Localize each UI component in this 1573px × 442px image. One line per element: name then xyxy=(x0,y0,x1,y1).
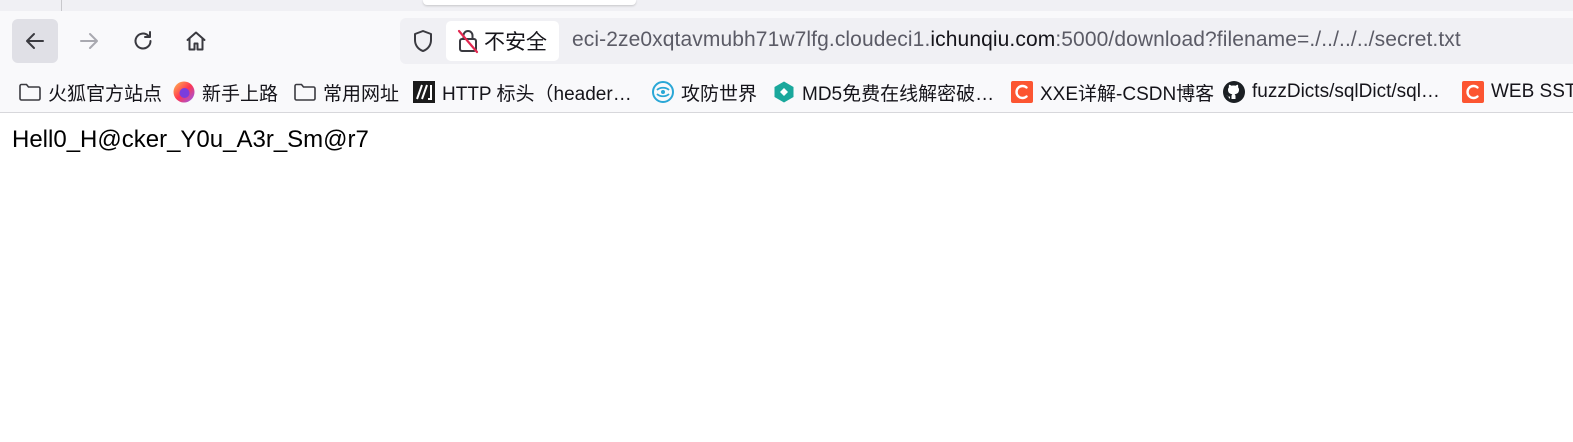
mdn-icon xyxy=(412,80,436,104)
bookmarks-toolbar: 火狐官方站点 新手上路 常用网址 HTTP 标头（header… 攻防世界 MD… xyxy=(0,71,1573,113)
tab-separator xyxy=(61,0,62,11)
reload-icon xyxy=(134,31,152,50)
site-security-indicator[interactable]: 不安全 xyxy=(446,21,559,61)
tracking-protection-button[interactable] xyxy=(408,27,438,55)
tab-strip xyxy=(0,0,1573,11)
github-icon xyxy=(1222,80,1246,104)
bookmark-label: HTTP 标头（header… xyxy=(442,83,632,105)
url-text[interactable]: eci-2ze0xqtavmubh71w7lfg.cloudeci1.ichun… xyxy=(572,28,1461,52)
adworld-icon xyxy=(651,80,675,104)
home-icon xyxy=(186,31,206,51)
folder-icon xyxy=(293,80,317,104)
url-suffix: :5000/download?filename=./../../../secre… xyxy=(1055,28,1461,51)
bookmark-http-headers[interactable]: HTTP 标头（header… xyxy=(412,78,632,106)
bookmark-label: 攻防世界 xyxy=(681,83,758,105)
back-button[interactable] xyxy=(12,19,58,63)
active-tab[interactable] xyxy=(423,0,636,5)
bookmark-cmd5[interactable]: MD5免费在线解密破… xyxy=(772,78,994,106)
page-content-text: Hell0_H@cker_Y0u_A3r_Sm@r7 xyxy=(12,126,369,153)
bookmark-getting-started[interactable]: 新手上路 xyxy=(172,78,278,106)
navigation-toolbar: 不安全 eci-2ze0xqtavmubh71w7lfg.cloudeci1.i… xyxy=(0,11,1573,71)
insecure-lock-icon xyxy=(457,28,479,54)
bookmark-label: 常用网址 xyxy=(323,83,400,105)
forward-button[interactable] xyxy=(66,19,112,63)
bookmark-label: WEB SST xyxy=(1491,81,1573,102)
bookmark-folder-firefox-official[interactable]: 火狐官方站点 xyxy=(18,78,162,106)
bookmark-label: 火狐官方站点 xyxy=(48,83,163,105)
arrow-right-icon xyxy=(80,33,98,49)
bookmark-label: MD5免费在线解密破… xyxy=(802,83,995,105)
shield-icon xyxy=(414,30,432,52)
bookmark-adworld[interactable]: 攻防世界 xyxy=(651,78,757,106)
bookmark-label: 新手上路 xyxy=(202,83,279,105)
address-bar[interactable]: 不安全 eci-2ze0xqtavmubh71w7lfg.cloudeci1.i… xyxy=(400,18,1573,64)
url-prefix: eci-2ze0xqtavmubh71w7lfg.cloudeci1. xyxy=(572,28,931,51)
bookmark-fuzzdicts-github[interactable]: fuzzDicts/sqlDict/sql… xyxy=(1222,78,1440,106)
reload-button[interactable] xyxy=(120,19,166,63)
bookmark-folder-common-sites[interactable]: 常用网址 xyxy=(293,78,399,106)
firefox-icon xyxy=(172,80,196,104)
url-domain: ichunqiu.com xyxy=(930,28,1056,51)
bookmark-xxe-csdn[interactable]: XXE详解-CSDN博客 xyxy=(1010,78,1214,106)
home-button[interactable] xyxy=(173,19,219,63)
bookmark-web-ssti[interactable]: WEB SST xyxy=(1461,78,1573,106)
csdn-icon xyxy=(1010,80,1034,104)
security-label: 不安全 xyxy=(484,31,547,54)
bookmark-label: fuzzDicts/sqlDict/sql… xyxy=(1252,81,1440,102)
folder-icon xyxy=(18,80,42,104)
arrow-left-icon xyxy=(26,33,44,49)
csdn-icon xyxy=(1461,80,1485,104)
bookmark-label: XXE详解-CSDN博客 xyxy=(1040,83,1215,105)
cmd5-icon xyxy=(772,80,796,104)
